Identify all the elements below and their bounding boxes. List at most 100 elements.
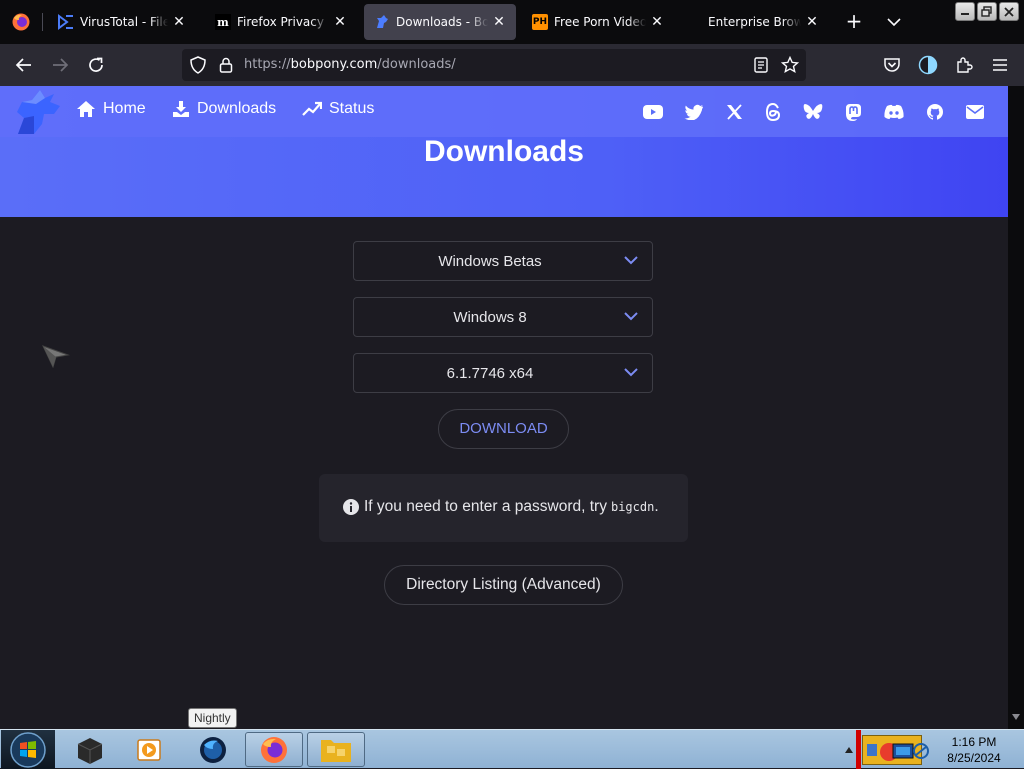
youtube-icon	[643, 105, 663, 119]
arrow-left-icon	[15, 58, 31, 72]
page-title: Downloads	[423, 135, 584, 168]
close-icon[interactable]: ✕	[333, 14, 347, 30]
close-icon[interactable]: ✕	[805, 14, 819, 30]
forward-button[interactable]	[48, 53, 72, 77]
reader-view-button[interactable]	[749, 53, 773, 77]
tab-title: Enterprise Browser	[708, 15, 801, 29]
start-button[interactable]	[1, 730, 55, 769]
arrow-right-icon	[53, 58, 69, 72]
firefox-icon	[261, 736, 287, 763]
dark-reader-extension-button[interactable]	[916, 53, 940, 77]
tab-ph[interactable]: PH Free Porn Videos & ✕	[522, 4, 674, 40]
nav-status-label: Status	[329, 100, 375, 117]
extensions-button[interactable]	[952, 53, 976, 77]
network-tray-button[interactable]	[912, 742, 930, 760]
taskbar: 1:16 PM 8/25/2024	[0, 729, 1024, 769]
close-icon[interactable]: ✕	[492, 14, 506, 30]
email-icon	[966, 105, 984, 119]
directory-listing-button[interactable]: Directory Listing (Advanced)	[384, 565, 623, 605]
os-select[interactable]: Windows 8	[353, 297, 653, 337]
chevron-down-icon	[624, 256, 638, 265]
taskbar-tooltip: Nightly	[188, 708, 237, 728]
minimize-button[interactable]	[955, 2, 975, 21]
youtube-link[interactable]	[642, 101, 664, 123]
close-icon	[1004, 6, 1014, 17]
tab-virustotal[interactable]: VirusTotal - File - f ✕	[48, 4, 196, 40]
app-menu-button[interactable]	[988, 53, 1012, 77]
mastodon-link[interactable]	[842, 101, 864, 123]
restore-icon	[981, 5, 992, 17]
download-button[interactable]: DOWNLOAD	[438, 409, 569, 449]
site-header: Home Downloads Status	[0, 86, 1008, 137]
bobpony-logo[interactable]	[12, 88, 64, 138]
page-content: Home Downloads Status Downloads Windows …	[0, 86, 1008, 729]
new-tab-button[interactable]: +	[842, 10, 866, 34]
ph-icon: PH	[532, 14, 548, 30]
trending-up-icon	[302, 101, 322, 116]
scroll-down-arrow-icon[interactable]	[1012, 714, 1020, 720]
nav-status-link[interactable]: Status	[302, 100, 374, 118]
windows-orb-icon	[10, 731, 46, 768]
twitter-link[interactable]	[683, 101, 705, 123]
shield-icon	[190, 56, 206, 74]
media-player-icon	[137, 738, 161, 761]
list-all-tabs-button[interactable]	[882, 10, 906, 34]
close-window-button[interactable]	[999, 2, 1019, 21]
tab-firefox-privacy[interactable]: m Firefox Privacy Not ✕	[205, 4, 357, 40]
puzzle-icon	[957, 57, 973, 73]
taskbar-app-media-player[interactable]	[120, 732, 178, 767]
taskbar-app-nightly[interactable]	[184, 732, 242, 767]
build-select[interactable]: 6.1.7746 x64	[353, 353, 653, 393]
discord-link[interactable]	[883, 101, 905, 123]
firefox-menu-button[interactable]	[0, 0, 42, 44]
star-icon	[781, 56, 799, 74]
nav-downloads-link[interactable]: Downloads	[172, 100, 276, 118]
page-scrollbar[interactable]	[1008, 86, 1024, 729]
bobpony-logo-icon	[17, 90, 60, 134]
tab-separator	[42, 13, 43, 31]
dark-mode-icon	[918, 55, 938, 75]
tracking-protection-button[interactable]	[186, 53, 210, 77]
bookmark-button[interactable]	[778, 53, 802, 77]
taskbar-app-firefox[interactable]	[245, 732, 303, 767]
taskbar-app-server-manager[interactable]	[60, 732, 118, 767]
tab-enterprise-browser[interactable]: Enterprise Browser ✕	[681, 4, 829, 40]
tab-title: VirusTotal - File - f	[80, 15, 168, 29]
tab-downloads-bobpony[interactable]: Downloads - Bob P ✕	[364, 4, 516, 40]
os-select-value: Windows 8	[453, 309, 527, 326]
x-link[interactable]	[723, 101, 745, 123]
info-icon	[343, 499, 359, 515]
bluesky-link[interactable]	[802, 101, 824, 123]
restore-button[interactable]	[977, 2, 997, 21]
url-bar[interactable]: https://bobpony.com/downloads/	[182, 49, 806, 81]
chevron-down-icon	[887, 18, 901, 27]
virustotal-icon	[58, 14, 74, 30]
close-icon[interactable]: ✕	[172, 14, 186, 30]
nav-home-link[interactable]: Home	[76, 100, 146, 118]
clock-time: 1:16 PM	[951, 735, 997, 749]
tab-title: Downloads - Bob P	[396, 15, 488, 29]
taskbar-app-explorer[interactable]	[307, 732, 365, 767]
reload-button[interactable]	[84, 53, 108, 77]
chevron-down-icon	[624, 368, 638, 377]
nav-downloads-label: Downloads	[197, 100, 277, 117]
github-link[interactable]	[924, 101, 946, 123]
url-host: bobpony.com	[290, 57, 378, 72]
url-text[interactable]: https://bobpony.com/downloads/	[244, 57, 456, 72]
site-info-button[interactable]	[214, 53, 238, 77]
email-link[interactable]	[964, 101, 986, 123]
pocket-button[interactable]	[880, 53, 904, 77]
build-select-value: 6.1.7746 x64	[446, 365, 534, 382]
lock-icon	[219, 57, 233, 73]
file-explorer-icon	[321, 739, 351, 762]
back-button[interactable]	[12, 53, 36, 77]
firefox-icon	[12, 13, 30, 31]
taskbar-clock[interactable]: 1:16 PM 8/25/2024	[934, 734, 1014, 766]
threads-link[interactable]	[762, 101, 784, 123]
close-icon[interactable]: ✕	[650, 14, 664, 30]
password-note-message: If you need to enter a password, try	[364, 498, 607, 515]
hamburger-icon	[993, 59, 1007, 71]
password-note: If you need to enter a password, try big…	[319, 474, 688, 542]
category-select[interactable]: Windows Betas	[353, 241, 653, 281]
url-path: /downloads/	[377, 57, 456, 72]
